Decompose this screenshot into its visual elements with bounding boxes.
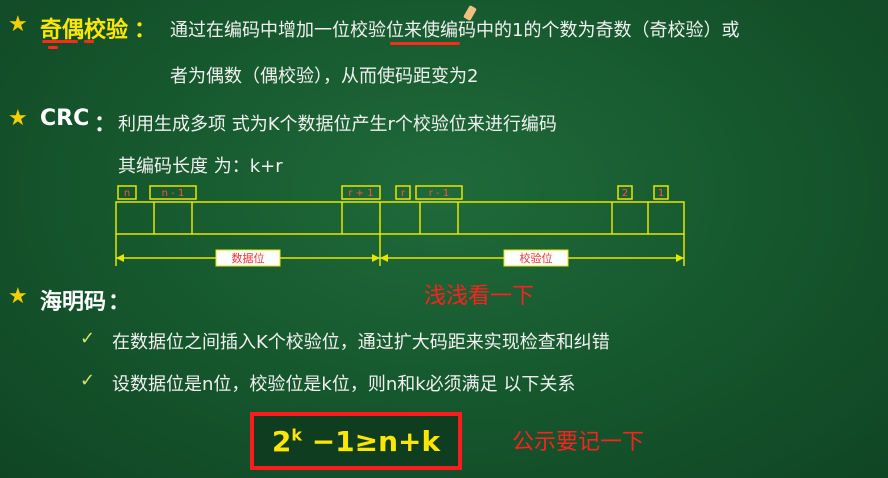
data-bits-label: 数据位 (232, 251, 265, 265)
hamming-bullet1: 在数据位之间插入K个校验位，通过扩大码距来实现检查和纠错 (112, 332, 610, 353)
checkmark-icon: ✓ (80, 328, 96, 349)
formula-box: 2k −1≥n+k (250, 412, 462, 470)
crc-codeword-diagram: n n - 1 r + 1 r r - 1 2 1 数据位 校验位 (115, 185, 685, 267)
cell-label-r-1: r - 1 (429, 188, 449, 199)
hamming-title: 海明码 (40, 290, 107, 315)
cell-label-r-plus-1: r + 1 (348, 188, 373, 199)
cell-label-1: 1 (658, 188, 664, 199)
note-remember: 公示要记一下 (512, 430, 645, 455)
hamming-bullet2: 设数据位是n位，校验位是k位，则n和k必须满足 以下关系 (112, 374, 576, 395)
checkmark-icon: ✓ (80, 370, 96, 391)
cell-label-2: 2 (622, 188, 628, 199)
hamming-formula: 2k −1≥n+k (271, 424, 441, 458)
cell-label-r: r (401, 188, 406, 199)
star-bullet-icon: ★ (8, 284, 28, 309)
cell-label-n: n (124, 188, 130, 199)
cell-label-n-1: n - 1 (162, 188, 185, 199)
codeword-bar (115, 201, 685, 235)
note-glance: 浅浅看一下 (424, 284, 535, 309)
check-bits-label: 校验位 (520, 251, 553, 265)
hamming-colon: ： (108, 290, 131, 315)
